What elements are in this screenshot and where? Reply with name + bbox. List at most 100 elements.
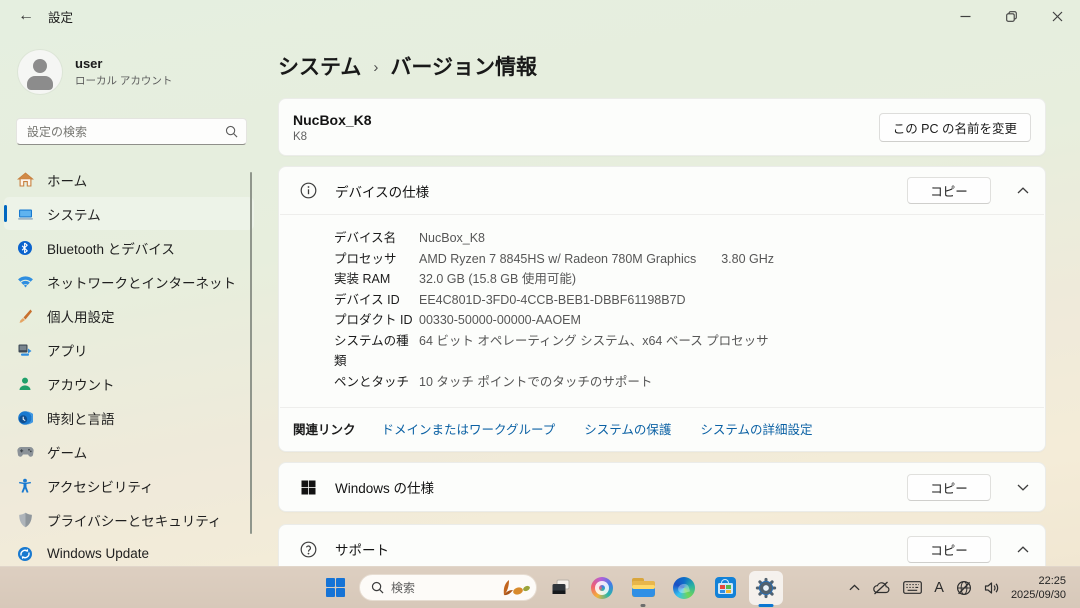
settings-search[interactable]: [16, 118, 247, 145]
main-content: システム › バージョン情報 NucBox_K8 K8 この PC の名前を変更…: [260, 32, 1080, 608]
sidebar: user ローカル アカウント ホーム システム Bluetooth とデバイス…: [0, 32, 260, 566]
task-view-button[interactable]: [544, 571, 578, 605]
hidden-icons-button[interactable]: [844, 573, 865, 603]
edge-button[interactable]: [667, 571, 701, 605]
copy-device-specs-button[interactable]: コピー: [907, 177, 991, 204]
accessibility-person-icon: [16, 477, 34, 494]
restore-button[interactable]: [988, 0, 1034, 32]
titlebar: ← 設定: [0, 0, 1080, 32]
chevron-up-icon[interactable]: [991, 546, 1029, 553]
windows-specs-title: Windows の仕様: [335, 477, 434, 497]
sidebar-item-home[interactable]: ホーム: [4, 163, 254, 196]
clock-globe-icon: [16, 409, 34, 426]
onedrive-status-button[interactable]: [867, 573, 896, 603]
device-specs-title: デバイスの仕様: [335, 181, 429, 201]
settings-button[interactable]: [749, 571, 783, 605]
related-links-row: 関連リンク ドメインまたはワークグループ システムの保護 システムの詳細設定: [279, 408, 1045, 451]
copilot-icon: [591, 577, 613, 599]
search-icon: [225, 125, 238, 138]
rename-pc-button[interactable]: この PC の名前を変更: [879, 113, 1031, 142]
breadcrumb: システム › バージョン情報: [278, 51, 1046, 81]
back-arrow-icon: ←: [18, 7, 34, 25]
apps-icon: [16, 341, 34, 358]
user-profile[interactable]: user ローカル アカウント: [0, 48, 260, 96]
device-subtitle: K8: [293, 131, 372, 143]
close-icon: [1052, 11, 1063, 22]
back-button[interactable]: ←: [6, 1, 46, 31]
sidebar-item-personalization[interactable]: 個人用設定: [4, 299, 254, 332]
chevron-up-icon[interactable]: [991, 187, 1029, 194]
sidebar-item-label: アプリ: [47, 340, 88, 360]
app-title: 設定: [48, 7, 73, 26]
globe-offline-icon: [956, 580, 972, 596]
link-domain-workgroup[interactable]: ドメインまたはワークグループ: [382, 419, 556, 438]
touch-keyboard-button[interactable]: [898, 573, 927, 603]
sidebar-item-label: プライバシーとセキュリティ: [47, 510, 221, 530]
device-specs-header[interactable]: デバイスの仕様 コピー: [279, 167, 1045, 214]
shield-icon: [16, 511, 34, 528]
device-specs-body: デバイス名 NucBox_K8 プロセッサ AMD Ryzen 7 8845HS…: [279, 215, 1045, 407]
device-name-card: NucBox_K8 K8 この PC の名前を変更: [278, 98, 1046, 156]
device-specs-card: デバイスの仕様 コピー デバイス名 NucBox_K8 プロセッサ AMD Ry…: [278, 166, 1046, 452]
link-advanced-system-settings[interactable]: システムの詳細設定: [700, 419, 812, 438]
volume-button[interactable]: [979, 573, 1005, 603]
file-explorer-button[interactable]: [626, 571, 660, 605]
clock[interactable]: 22:25 2025/09/30: [1007, 574, 1072, 602]
sidebar-item-label: 個人用設定: [47, 306, 115, 326]
brush-icon: [16, 307, 34, 324]
copy-windows-specs-button[interactable]: コピー: [907, 474, 991, 501]
link-system-protection[interactable]: システムの保護: [584, 419, 671, 438]
keyboard-icon: [903, 581, 922, 594]
sidebar-item-gaming[interactable]: ゲーム: [4, 435, 254, 468]
sidebar-item-label: Bluetooth とデバイス: [47, 238, 175, 258]
task-view-icon: [550, 577, 572, 599]
chevron-down-icon[interactable]: [991, 484, 1029, 491]
sidebar-item-label: システム: [47, 204, 101, 224]
sidebar-item-accessibility[interactable]: アクセシビリティ: [4, 469, 254, 502]
windows-specs-header[interactable]: Windows の仕様 コピー: [279, 463, 1045, 511]
sidebar-item-label: ホーム: [47, 170, 87, 190]
spec-row: プロダクト ID 00330-50000-00000-AAOEM: [334, 310, 1029, 331]
person-icon: [16, 375, 34, 392]
sidebar-item-time-language[interactable]: 時刻と言語: [4, 401, 254, 434]
sidebar-item-privacy-security[interactable]: プライバシーとセキュリティ: [4, 503, 254, 536]
question-icon: [298, 541, 318, 558]
onedrive-offline-icon: [872, 581, 891, 595]
avatar: [18, 50, 62, 94]
windows-logo-icon: [298, 480, 318, 495]
sidebar-item-label: アクセシビリティ: [47, 476, 154, 496]
gamepad-icon: [16, 443, 34, 460]
store-button[interactable]: [708, 571, 742, 605]
close-button[interactable]: [1034, 0, 1080, 32]
wifi-icon: [16, 273, 34, 290]
taskbar-search[interactable]: 検索: [359, 574, 537, 601]
window-controls: [942, 0, 1080, 32]
spec-row: ペンとタッチ 10 タッチ ポイントでのタッチのサポート: [334, 372, 1029, 393]
spec-row: プロセッサ AMD Ryzen 7 8845HS w/ Radeon 780M …: [334, 249, 1029, 270]
sidebar-item-system[interactable]: システム: [4, 197, 254, 230]
sidebar-item-label: ネットワークとインターネット: [47, 272, 236, 292]
ime-mode-button[interactable]: A: [929, 573, 949, 603]
copy-support-button[interactable]: コピー: [907, 536, 991, 563]
copilot-button[interactable]: [585, 571, 619, 605]
sidebar-item-label: Windows Update: [47, 546, 149, 561]
sidebar-item-bluetooth-devices[interactable]: Bluetooth とデバイス: [4, 231, 254, 264]
related-links-title: 関連リンク: [293, 419, 356, 438]
info-icon: [298, 182, 318, 199]
sidebar-item-apps[interactable]: アプリ: [4, 333, 254, 366]
network-status-button[interactable]: [951, 573, 977, 603]
breadcrumb-system[interactable]: システム: [278, 51, 361, 81]
spec-row: デバイス名 NucBox_K8: [334, 228, 1029, 249]
sidebar-item-network-internet[interactable]: ネットワークとインターネット: [4, 265, 254, 298]
settings-gear-icon: [755, 577, 777, 599]
minimize-button[interactable]: [942, 0, 988, 32]
restore-icon: [1006, 11, 1017, 22]
settings-search-input[interactable]: [27, 125, 225, 139]
system-icon: [16, 205, 34, 222]
taskbar: 検索: [0, 566, 1080, 608]
support-title: サポート: [335, 539, 389, 559]
start-button[interactable]: [318, 571, 352, 605]
windows-specs-card: Windows の仕様 コピー: [278, 462, 1046, 512]
sidebar-item-accounts[interactable]: アカウント: [4, 367, 254, 400]
sidebar-scrollbar[interactable]: [250, 172, 253, 534]
